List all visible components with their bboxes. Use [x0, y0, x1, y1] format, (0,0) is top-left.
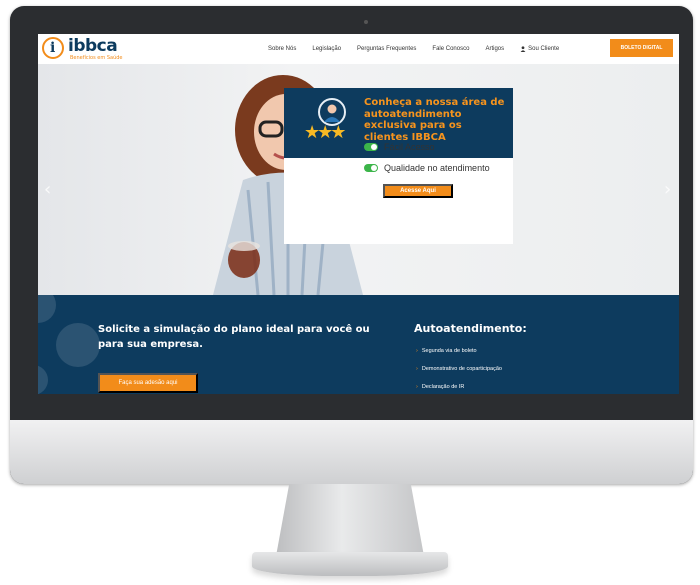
nav-item-sobre-nos[interactable]: Sobre Nós	[268, 46, 296, 52]
selfservice-card-title: Conheça a nossa área de autoatendimento …	[364, 97, 505, 143]
feature-facil-acesso: Fácil Acesso	[364, 142, 435, 152]
nav-item-sou-cliente[interactable]: Sou Cliente	[520, 46, 559, 52]
link-label: Segunda via de boleto	[421, 348, 477, 354]
chevron-right-icon: ›	[416, 366, 418, 372]
sou-cliente-label: Sou Cliente	[528, 46, 560, 52]
carousel-next-arrow-icon[interactable]: ›	[664, 179, 671, 200]
toggle-on-icon	[364, 143, 378, 151]
chevron-right-icon: ›	[416, 348, 418, 354]
logo-mark-icon: i	[42, 37, 64, 59]
acesse-aqui-button[interactable]: Acesse Aqui	[383, 184, 453, 198]
webcam-icon	[364, 20, 368, 24]
carousel-prev-arrow-icon[interactable]: ‹	[44, 179, 51, 200]
website-screen: i ibbca Benefícios em Saúde Sobre Nós Le…	[38, 34, 679, 394]
star-icon: ★★★	[304, 122, 346, 143]
monitor-chin	[10, 420, 693, 484]
link-label: Declaração de IR	[421, 384, 465, 390]
selfservice-card-body: Fácil Acesso Qualidade no atendimento Ac…	[284, 142, 513, 244]
toggle-on-icon	[364, 164, 378, 172]
nav-item-fale-conosco[interactable]: Fale Conosco	[432, 46, 469, 52]
hero-banner: ‹ › ★★★ Conheça a nossa área de autoaten…	[38, 64, 679, 295]
feature-label: Qualidade no atendimento	[384, 163, 490, 173]
link-label: Demonstrativo de coparticipação	[421, 366, 502, 372]
boleto-digital-button[interactable]: BOLETO DIGITAL	[610, 39, 673, 57]
main-nav: Sobre Nós Legislação Perguntas Frequente…	[268, 34, 575, 64]
feature-qualidade: Qualidade no atendimento	[364, 163, 490, 173]
autoatendimento-title: Autoatendimento:	[414, 322, 527, 335]
nav-item-perguntas-frequentes[interactable]: Perguntas Frequentes	[357, 46, 416, 52]
adesao-button[interactable]: Faça sua adesão aqui	[98, 373, 198, 393]
autoatendimento-link-coparticipacao[interactable]: › Demonstrativo de coparticipação	[416, 366, 502, 372]
autoatendimento-link-ir[interactable]: › Declaração de IR	[416, 384, 464, 390]
monitor-stand	[276, 484, 424, 554]
autoatendimento-link-boleto[interactable]: › Segunda via de boleto	[416, 348, 477, 354]
logo-mark-letter: i	[50, 40, 56, 56]
feature-label: Fácil Acesso	[384, 142, 435, 152]
chevron-right-icon: ›	[416, 384, 418, 390]
simulation-section: Solicite a simulação do plano ideal para…	[38, 295, 679, 394]
user-icon	[520, 46, 526, 52]
simulation-title: Solicite a simulação do plano ideal para…	[98, 324, 370, 350]
monitor-base	[252, 552, 448, 576]
logo-name: ibbca	[68, 36, 118, 56]
site-header: i ibbca Benefícios em Saúde Sobre Nós Le…	[38, 34, 679, 65]
nav-item-artigos[interactable]: Artigos	[485, 46, 504, 52]
logo-tagline: Benefícios em Saúde	[70, 55, 123, 61]
nav-item-legislacao[interactable]: Legislação	[312, 46, 341, 52]
